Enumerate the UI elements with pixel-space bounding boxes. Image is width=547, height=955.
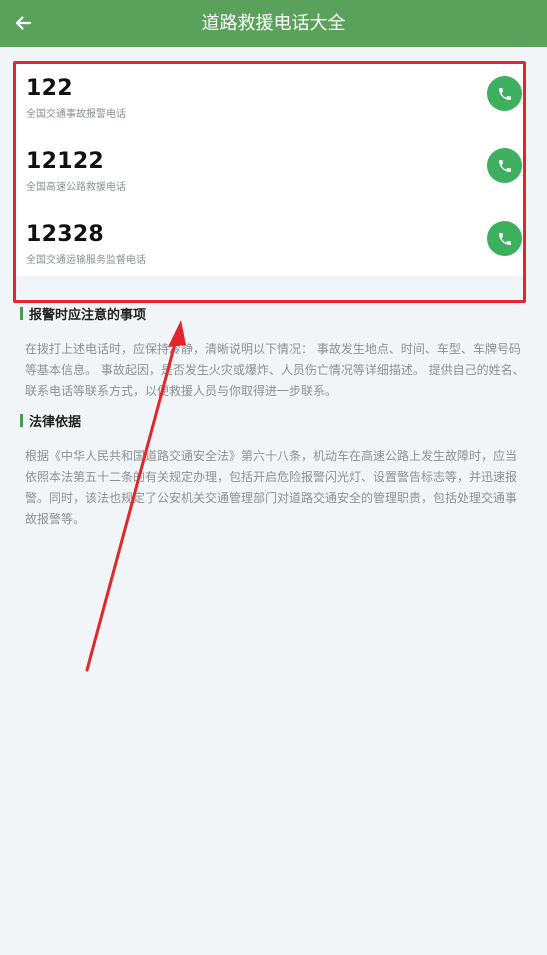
phone-icon [498,232,511,245]
call-button-12122[interactable] [487,148,522,183]
phone-icon [498,87,511,100]
hotline-number: 122 [26,76,73,101]
hotline-description: 全国交通运输服务监督电话 [26,255,146,266]
hotline-item-12122: 12122 全国高速公路救援电话 [16,148,526,208]
hotline-number: 12122 [26,149,105,174]
call-button-12328[interactable] [487,221,522,256]
section-heading-precautions: 报警时应注意的事项 [20,303,146,323]
hotline-item-122: 122 全国交通事故报警电话 [16,75,526,135]
page-title: 道路救援电话大全 [201,13,346,34]
section-accent-bar [20,306,23,320]
top-bar: 道路救援电话大全 [0,0,547,47]
section-accent-bar [20,413,23,427]
hotline-card: 122 全国交通事故报警电话 12122 全国高速公路救援电话 12328 全国… [16,64,526,276]
call-button-122[interactable] [487,76,522,111]
section-body-precautions: 在拨打上述电话时，应保持冷静，清晰说明以下情况： 事故发生地点、时间、车型、车牌… [25,342,525,398]
section-title: 法律依据 [29,414,82,430]
hotline-item-12328: 12328 全国交通运输服务监督电话 [16,221,526,281]
hotline-number: 12328 [26,222,105,247]
section-title: 报警时应注意的事项 [29,307,147,323]
hotline-description: 全国高速公路救援电话 [26,182,126,193]
phone-icon [498,159,511,172]
section-body-legal-basis: 根据《中华人民共和国道路交通安全法》第六十八条，机动车在高速公路上发生故障时，应… [25,449,518,526]
section-heading-legal-basis: 法律依据 [20,410,81,430]
hotline-description: 全国交通事故报警电话 [26,109,126,120]
